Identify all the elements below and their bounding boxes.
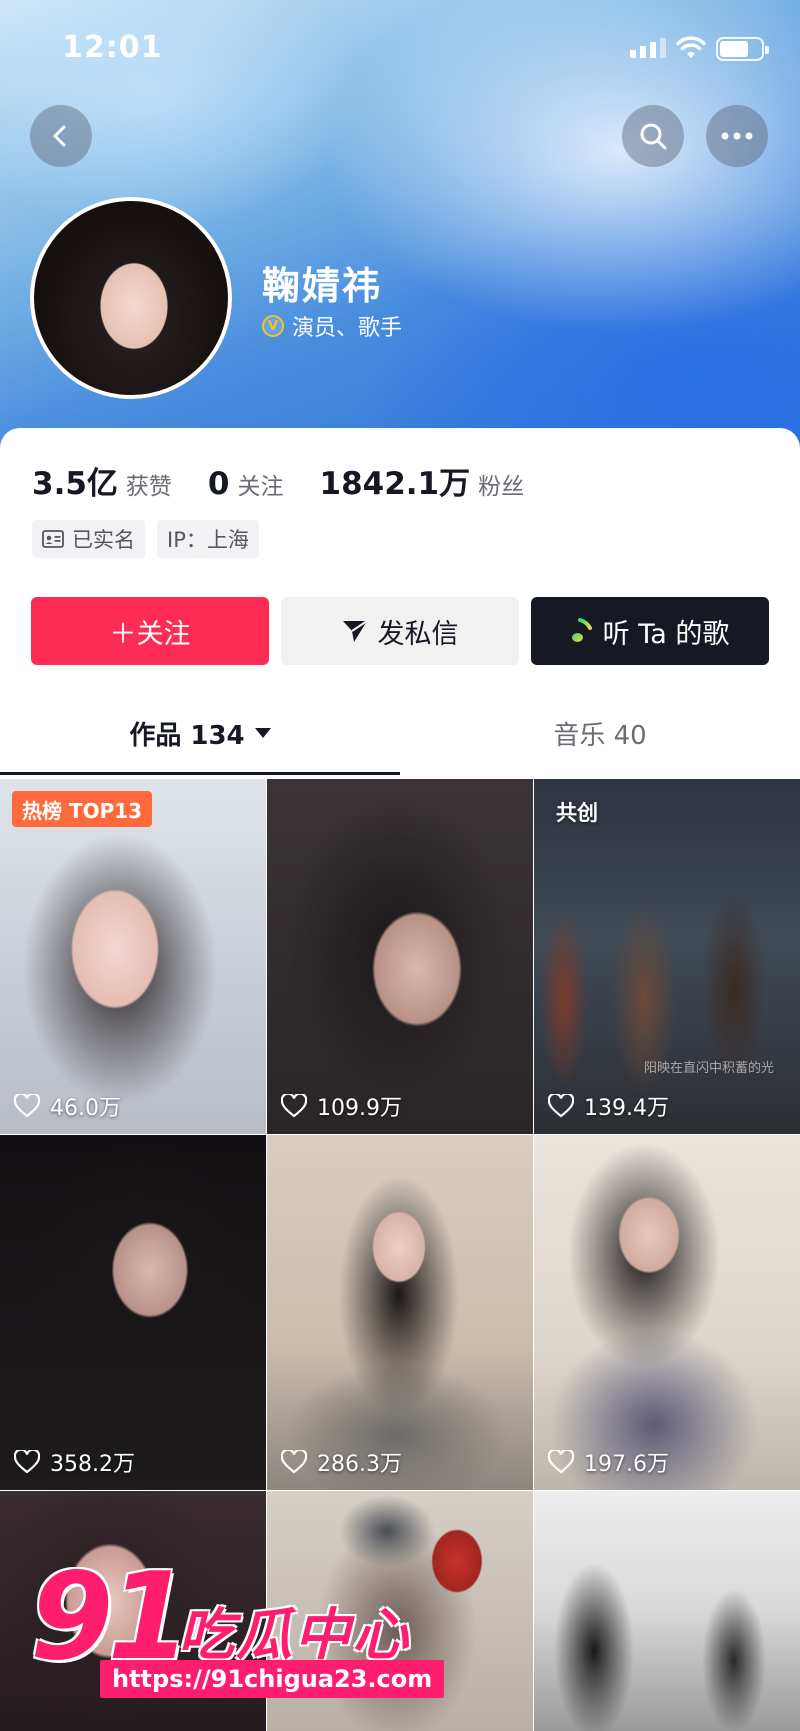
id-card-icon (42, 530, 64, 548)
active-tab-indicator (0, 772, 400, 775)
chevron-left-icon (53, 125, 66, 147)
wifi-icon (676, 36, 706, 58)
video-thumbnail[interactable]: 286.3万 (267, 1135, 533, 1490)
stat-likes[interactable]: 3.5亿 获赞 (32, 458, 172, 503)
status-time: 12:01 (62, 30, 163, 65)
profile-page: 12:01 鞠婧祎 V 演员、歌手 3.5亿 获赞 0 关注 1842.1万 粉… (0, 0, 800, 1731)
likes-count: 197.6万 (584, 1452, 669, 1477)
heart-icon (14, 1094, 40, 1118)
profile-tags: 已实名 IP：上海 (32, 520, 259, 558)
stat-label: 获赞 (125, 474, 172, 500)
heart-icon (548, 1450, 574, 1474)
more-button[interactable] (706, 105, 768, 167)
tab-music-label: 音乐 40 (553, 720, 647, 751)
video-thumbnail[interactable]: 109.9万 (267, 779, 533, 1134)
heart-icon (548, 1094, 574, 1118)
message-button[interactable]: 发私信 (281, 597, 519, 665)
content-tabs: 作品 134 音乐 40 (0, 696, 800, 776)
video-likes: 109.9万 (281, 1090, 402, 1122)
tab-music[interactable]: 音乐 40 (400, 696, 800, 770)
heart-icon (14, 1450, 40, 1474)
stat-following[interactable]: 0 关注 (208, 466, 284, 502)
verified-icon: V (262, 315, 284, 337)
video-likes: 139.4万 (548, 1090, 669, 1122)
heart-icon (281, 1094, 307, 1118)
hot-rank-badge: 热榜 TOP13 (12, 791, 153, 827)
video-likes: 197.6万 (548, 1446, 669, 1478)
action-buttons: ＋关注 发私信 听 Ta 的歌 (31, 597, 769, 665)
verification-text: 演员、歌手 (292, 316, 403, 341)
profile-name: 鞠婧祎 (262, 264, 383, 308)
follow-label: ＋关注 (109, 618, 191, 650)
tab-works-label: 作品 134 (129, 720, 245, 751)
stat-label: 粉丝 (478, 474, 525, 500)
likes-count: 46.0万 (50, 1096, 121, 1121)
tag-label: IP：上海 (167, 528, 249, 552)
back-button[interactable] (30, 105, 92, 167)
stats-row: 3.5亿 获赞 0 关注 1842.1万 粉丝 (32, 458, 560, 503)
video-thumbnail[interactable]: 358.2万 (0, 1135, 266, 1490)
search-button[interactable] (622, 105, 684, 167)
follow-button[interactable]: ＋关注 (31, 597, 269, 665)
tab-works[interactable]: 作品 134 (0, 696, 400, 770)
stat-label: 关注 (237, 474, 284, 500)
listen-song-label: 听 Ta 的歌 (602, 618, 730, 650)
search-icon (640, 123, 667, 150)
send-icon (342, 620, 368, 642)
tag-label: 已实名 (72, 528, 135, 552)
stat-value: 1842.1万 (319, 466, 471, 502)
status-bar: 12:01 (0, 0, 800, 100)
stat-value: 3.5亿 (32, 466, 118, 502)
more-dots-icon (721, 132, 753, 140)
watermark-name: 吃瓜中心 (178, 1603, 410, 1668)
avatar[interactable] (30, 197, 232, 399)
stat-followers[interactable]: 1842.1万 粉丝 (320, 458, 525, 503)
video-likes: 286.3万 (281, 1446, 402, 1478)
video-likes: 358.2万 (14, 1446, 135, 1478)
stat-value: 0 (207, 466, 230, 502)
video-subtitle: 阳映在直闪中积蓄的光 (644, 1061, 775, 1076)
video-thumbnail[interactable]: 197.6万 (534, 1135, 800, 1490)
music-note-icon (571, 618, 592, 642)
likes-count: 109.9万 (317, 1096, 402, 1121)
video-thumbnail[interactable]: 热榜 TOP13 46.0万 (0, 779, 266, 1134)
tag-verified-identity: 已实名 (32, 520, 145, 558)
battery-icon (716, 37, 769, 61)
likes-count: 286.3万 (317, 1452, 402, 1477)
tag-ip-location: IP：上海 (157, 520, 259, 558)
caret-down-icon[interactable] (254, 728, 271, 738)
co-creation-badge: 共创 (556, 801, 598, 825)
heart-icon (281, 1450, 307, 1474)
watermark-url: https://91chigua23.com (100, 1660, 445, 1698)
likes-count: 358.2万 (50, 1452, 135, 1477)
video-thumbnail[interactable] (534, 1491, 800, 1731)
video-thumbnail[interactable]: 共创 阳映在直闪中积蓄的光 139.4万 (534, 779, 800, 1134)
listen-song-button[interactable]: 听 Ta 的歌 (531, 597, 769, 665)
verification: V 演员、歌手 (262, 310, 402, 342)
video-likes: 46.0万 (14, 1090, 121, 1122)
site-watermark: 91 吃瓜中心 https://91chigua23.com (30, 1548, 450, 1731)
likes-count: 139.4万 (584, 1096, 669, 1121)
message-label: 发私信 (377, 618, 459, 650)
cellular-signal-icon (630, 38, 666, 58)
